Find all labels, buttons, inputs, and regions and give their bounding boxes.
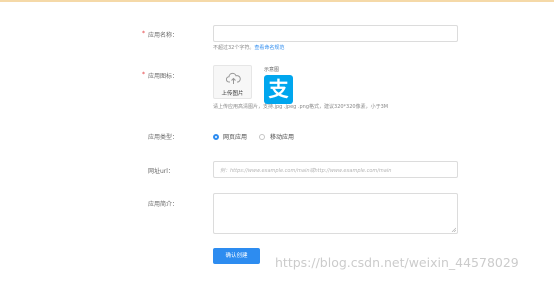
confirm-create-button[interactable]: 确认创建 xyxy=(213,248,260,264)
url-input[interactable]: 例：https://www.example.com/main或http://ww… xyxy=(213,161,458,178)
app-name-label: * 应用名称： xyxy=(142,30,179,39)
alipay-logo-icon: 支 xyxy=(264,75,293,104)
resize-handle-icon[interactable] xyxy=(451,227,456,232)
mobile-app-radio[interactable] xyxy=(259,134,265,140)
app-name-input[interactable] xyxy=(213,25,458,42)
app-intro-textarea[interactable] xyxy=(213,193,458,234)
app-intro-label: 应用简介： xyxy=(148,201,179,208)
upload-image-label: 上传图片 xyxy=(221,91,244,97)
app-type-label: 应用类型： xyxy=(148,134,179,141)
top-border xyxy=(0,0,554,2)
cloud-upload-icon xyxy=(226,72,241,84)
app-icon-label: * 应用图标： xyxy=(142,71,179,80)
app-name-hint: 不超过32个字符。查看命名规范 xyxy=(213,45,285,51)
naming-rules-link[interactable]: 查看命名规范 xyxy=(254,45,284,51)
url-placeholder: 例：https://www.example.com/main或http://ww… xyxy=(220,168,392,174)
app-icon-hint: 请上传应用高清图片，支持.jpg .jpeg .png格式，建议320*320像… xyxy=(213,104,389,110)
upload-image-button[interactable]: 上传图片 xyxy=(213,65,252,99)
sample-label: 示意图 xyxy=(264,67,280,73)
mobile-app-radio-label[interactable]: 移动应用 xyxy=(270,132,294,141)
required-mark: * xyxy=(142,30,145,37)
web-app-radio-label[interactable]: 网页应用 xyxy=(223,132,247,141)
url-label: 网址url： xyxy=(148,168,174,175)
required-mark: * xyxy=(142,71,145,78)
watermark: https://blog.csdn.net/weixin_44578029 xyxy=(275,255,519,270)
web-app-radio[interactable] xyxy=(213,134,219,140)
